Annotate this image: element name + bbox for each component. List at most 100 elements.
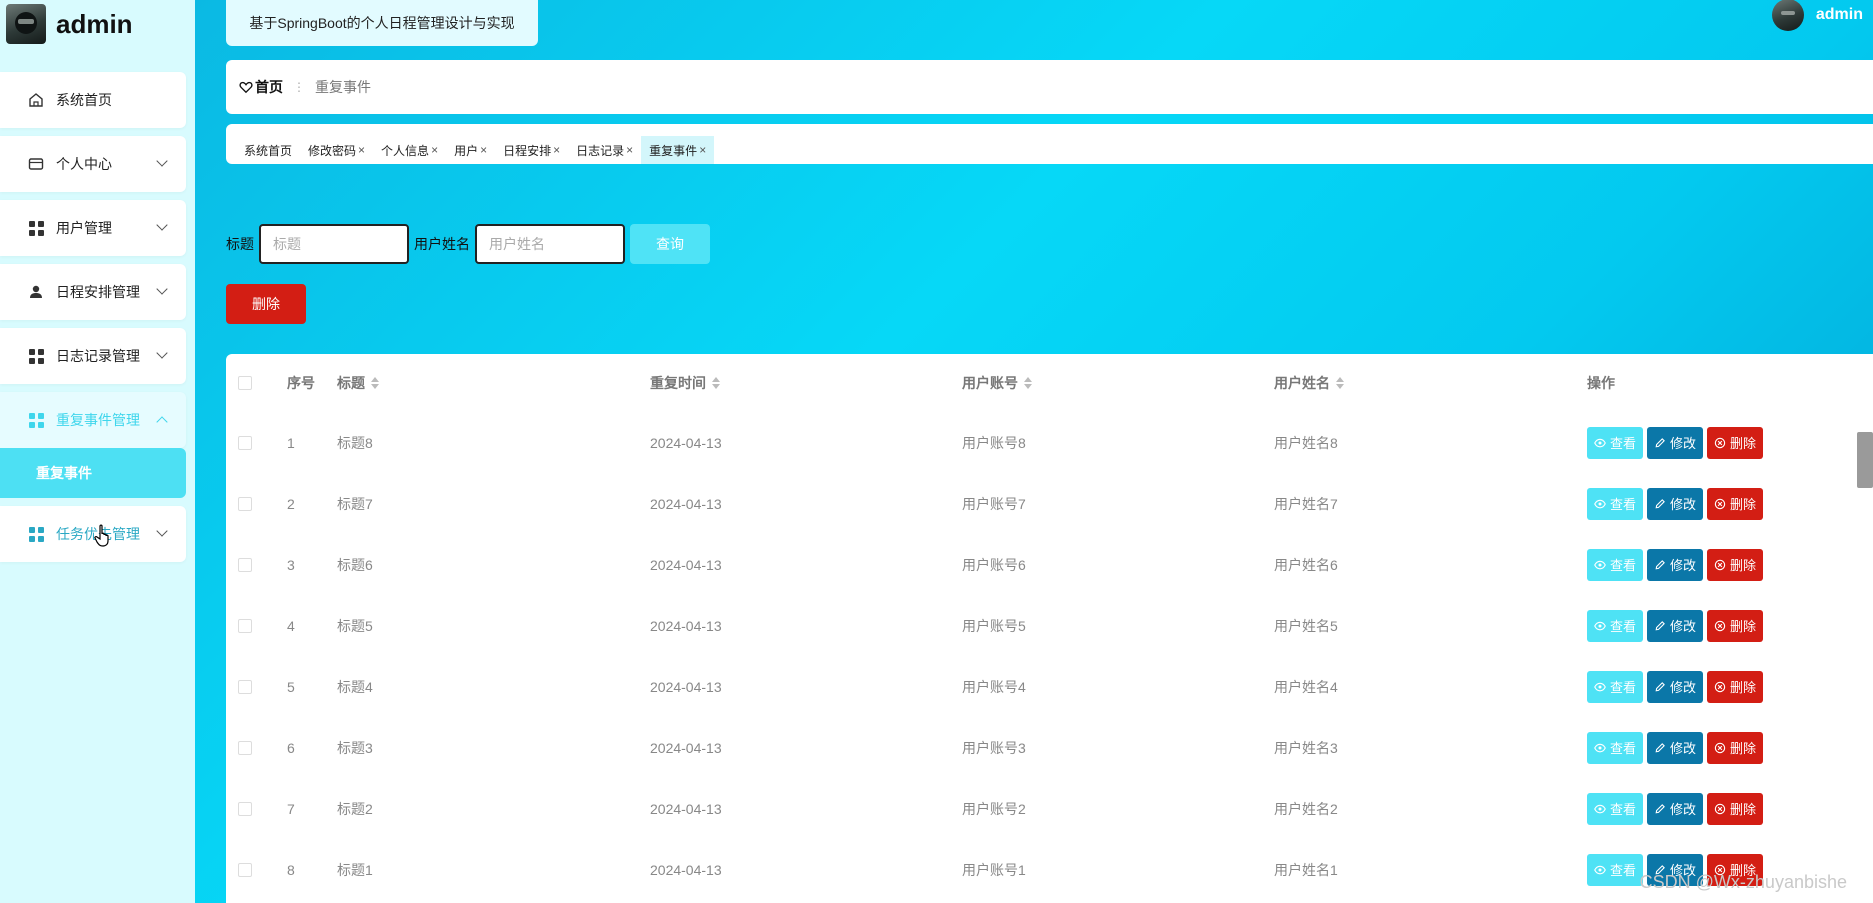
view-button[interactable]: 查看 — [1587, 426, 1644, 459]
table-row: 4 标题5 2024-04-13 用户账号5 用户姓名5 查看 修改 删除 — [226, 595, 1873, 656]
sort-icon[interactable] — [712, 377, 720, 389]
delete-button[interactable]: 删除 — [1707, 487, 1764, 520]
row-actions: 查看 修改 删除 — [1587, 656, 1767, 717]
name-search-input[interactable] — [475, 224, 625, 264]
row-actions: 查看 修改 删除 — [1587, 534, 1767, 595]
sidebar-item-home[interactable]: 系统首页 — [0, 72, 186, 128]
heart-icon — [239, 81, 253, 94]
row-checkbox[interactable] — [238, 717, 252, 778]
tab-users[interactable]: 用户 × — [446, 136, 495, 164]
row-account: 用户账号8 — [962, 434, 1026, 451]
view-button[interactable]: 查看 — [1587, 487, 1644, 520]
tab-logs[interactable]: 日志记录 × — [568, 136, 641, 164]
delete-button[interactable]: 删除 — [1707, 609, 1764, 642]
breadcrumb-home[interactable]: 首页 — [239, 77, 283, 97]
view-label: 查看 — [1610, 741, 1637, 756]
edit-button[interactable]: 修改 — [1647, 731, 1704, 764]
edit-button[interactable]: 修改 — [1647, 792, 1704, 825]
sort-icon[interactable] — [371, 377, 379, 389]
app-title: 基于SpringBoot的个人日程管理设计与实现 — [226, 0, 538, 46]
delete-button[interactable]: 删除 — [1707, 426, 1764, 459]
search-bar: 标题 用户姓名 查询 — [226, 224, 710, 264]
avatar — [6, 4, 46, 44]
edit-button[interactable]: 修改 — [1647, 487, 1704, 520]
header-account[interactable]: 用户账号 — [962, 354, 1032, 412]
select-all-checkbox[interactable] — [238, 354, 252, 412]
grid-icon — [28, 412, 44, 428]
brand: admin — [6, 4, 133, 44]
batch-delete-button[interactable]: 删除 — [226, 284, 306, 324]
tab-schedule[interactable]: 日程安排 × — [495, 136, 568, 164]
edit-button[interactable]: 修改 — [1647, 548, 1704, 581]
close-icon[interactable]: × — [626, 143, 633, 157]
edit-button[interactable]: 修改 — [1647, 670, 1704, 703]
sort-icon[interactable] — [1024, 377, 1032, 389]
scrollbar-thumb[interactable] — [1857, 432, 1873, 488]
row-checkbox[interactable] — [238, 473, 252, 534]
header-name[interactable]: 用户姓名 — [1274, 354, 1344, 412]
sidebar-item-label: 用户管理 — [56, 220, 112, 236]
row-account: 用户账号5 — [962, 617, 1026, 634]
tab-repeat-events[interactable]: 重复事件 × — [641, 136, 715, 164]
sidebar-item-label: 系统首页 — [56, 92, 112, 108]
row-account: 用户账号1 — [962, 861, 1026, 878]
delete-button[interactable]: 删除 — [1707, 548, 1764, 581]
header-repeat-time-label: 重复时间 — [650, 375, 706, 391]
sidebar-item-schedule[interactable]: 日程安排管理 — [0, 264, 186, 320]
row-checkbox[interactable] — [238, 595, 252, 656]
row-checkbox[interactable] — [238, 778, 252, 839]
row-checkbox[interactable] — [238, 534, 252, 595]
row-account: 用户账号2 — [962, 800, 1026, 817]
home-icon — [28, 92, 44, 108]
view-button[interactable]: 查看 — [1587, 670, 1644, 703]
delete-button[interactable]: 删除 — [1707, 670, 1764, 703]
row-name: 用户姓名4 — [1274, 678, 1338, 695]
row-checkbox[interactable] — [238, 412, 252, 473]
close-icon[interactable]: × — [431, 143, 438, 157]
close-icon[interactable]: × — [480, 143, 487, 157]
row-index: 2 — [287, 495, 295, 512]
row-account: 用户账号7 — [962, 495, 1026, 512]
delete-button[interactable]: 删除 — [1707, 731, 1764, 764]
sidebar-subitem-repeat-event[interactable]: 重复事件 — [0, 448, 186, 498]
view-button[interactable]: 查看 — [1587, 853, 1644, 886]
sidebar-item-users[interactable]: 用户管理 — [0, 200, 186, 256]
row-checkbox[interactable] — [238, 656, 252, 717]
sidebar-item-logs[interactable]: 日志记录管理 — [0, 328, 186, 384]
delete-button[interactable]: 删除 — [1707, 792, 1764, 825]
view-button[interactable]: 查看 — [1587, 609, 1644, 642]
row-name: 用户姓名3 — [1274, 739, 1338, 756]
edit-label: 修改 — [1670, 680, 1697, 695]
tab-change-password[interactable]: 修改密码 × — [300, 136, 373, 164]
title-search-input[interactable] — [259, 224, 409, 264]
sidebar-item-task-priority[interactable]: 任务优先管理 — [0, 506, 186, 562]
row-name: 用户姓名1 — [1274, 861, 1338, 878]
edit-button[interactable]: 修改 — [1647, 609, 1704, 642]
close-icon[interactable]: × — [699, 143, 706, 157]
view-button[interactable]: 查看 — [1587, 731, 1644, 764]
close-icon[interactable]: × — [553, 143, 560, 157]
edit-button[interactable]: 修改 — [1647, 426, 1704, 459]
close-icon[interactable]: × — [358, 143, 365, 157]
tab-home[interactable]: 系统首页 — [236, 136, 300, 164]
row-index: 3 — [287, 556, 295, 573]
sidebar-item-repeat-events[interactable]: 重复事件管理 — [0, 392, 186, 448]
view-button[interactable]: 查看 — [1587, 548, 1644, 581]
header-title[interactable]: 标题 — [337, 354, 379, 412]
user-menu[interactable]: admin — [1771, 0, 1863, 31]
eye-icon — [1594, 437, 1606, 449]
tab-label: 重复事件 — [649, 143, 698, 158]
header-repeat-time[interactable]: 重复时间 — [650, 354, 720, 412]
tab-label: 用户 — [454, 143, 479, 158]
sort-icon[interactable] — [1336, 377, 1344, 389]
view-button[interactable]: 查看 — [1587, 792, 1644, 825]
row-repeat-time: 2024-04-13 — [650, 495, 722, 512]
eye-icon — [1594, 742, 1606, 754]
tab-personal-info[interactable]: 个人信息 × — [373, 136, 446, 164]
sidebar-item-personal-center[interactable]: 个人中心 — [0, 136, 186, 192]
query-button[interactable]: 查询 — [630, 224, 710, 264]
header-account-label: 用户账号 — [962, 375, 1018, 391]
row-index: 4 — [287, 617, 295, 634]
row-checkbox[interactable] — [238, 839, 252, 900]
row-title: 标题4 — [337, 678, 373, 695]
